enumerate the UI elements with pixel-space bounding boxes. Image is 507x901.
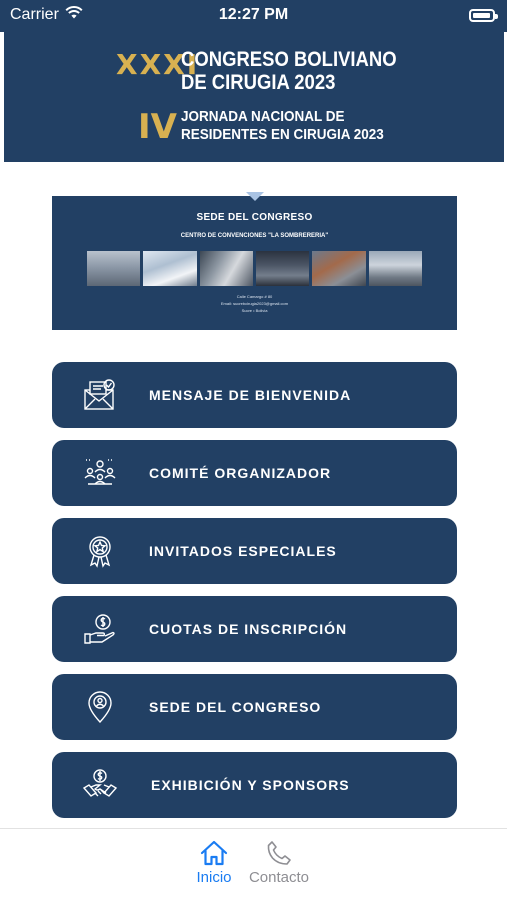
venue-photo <box>199 251 253 286</box>
venue-photo <box>255 251 310 286</box>
money-hand-icon <box>82 612 118 646</box>
cuotas-inscripcion-button[interactable]: CUOTAS DE INSCRIPCIÓN <box>52 596 457 662</box>
committee-icon <box>82 456 118 490</box>
home-icon <box>200 840 228 866</box>
menu-label: EXHIBICIÓN Y SPONSORS <box>151 777 350 793</box>
battery-fill <box>473 13 490 18</box>
location-pin-icon <box>82 690 118 724</box>
sede-banner-venue: CENTRO DE CONVENCIONES "LA SOMBRERERIA" <box>180 233 329 239</box>
jornada-title: JORNADA NACIONAL DE RESIDENTES EN CIRUGI… <box>181 108 384 143</box>
sede-congreso-button[interactable]: SEDE DEL CONGRESO <box>52 674 457 740</box>
invitados-especiales-button[interactable]: INVITADOS ESPECIALES <box>52 518 457 584</box>
menu-label: SEDE DEL CONGRESO <box>149 699 322 715</box>
sede-banner[interactable]: SEDE DEL CONGRESO CENTRO DE CONVENCIONES… <box>52 196 457 330</box>
menu-label: COMITÉ ORGANIZADOR <box>149 465 332 481</box>
sede-banner-title: SEDE DEL CONGRESO <box>196 212 313 223</box>
menu-label: CUOTAS DE INSCRIPCIÓN <box>149 621 348 637</box>
banner-pointer-marker <box>246 192 264 201</box>
award-badge-icon <box>82 534 118 568</box>
sede-info-line: Calle Camargo # 80 <box>236 294 273 299</box>
venue-photo <box>87 251 141 286</box>
venue-photo-strip <box>87 251 422 286</box>
jornada-roman-numeral: IV <box>138 107 177 147</box>
phone-icon <box>267 841 291 865</box>
tab-label: Contacto <box>248 869 310 886</box>
sede-info-line: Email: sucrebcirugia2023@gmail.com <box>220 301 289 306</box>
envelope-message-icon <box>82 378 118 412</box>
exhibicion-sponsors-button[interactable]: EXHIBICIÓN Y SPONSORS <box>52 752 457 818</box>
menu-label: INVITADOS ESPECIALES <box>149 543 337 559</box>
tab-bar: Inicio Contacto <box>0 828 507 901</box>
sede-info-line: Sucre • Bolivia <box>241 308 268 313</box>
tab-contacto[interactable]: Contacto <box>239 839 319 886</box>
header-banner: XXXI CONGRESO BOLIVIANO DE CIRUGIA 2023 … <box>4 32 504 162</box>
mensaje-bienvenida-button[interactable]: MENSAJE DE BIENVENIDA <box>52 362 457 428</box>
status-bar: Carrier 12:27 PM <box>0 0 507 32</box>
battery-icon <box>469 9 498 22</box>
venue-photo <box>312 251 366 286</box>
handshake-icon <box>82 768 118 802</box>
venue-photo <box>368 251 422 286</box>
status-time: 12:27 PM <box>218 6 289 23</box>
venue-photo <box>143 251 197 286</box>
menu-label: MENSAJE DE BIENVENIDA <box>149 387 352 403</box>
comite-organizador-button[interactable]: COMITÉ ORGANIZADOR <box>52 440 457 506</box>
sede-banner-info: Calle Camargo # 80 Email: sucrebcirugia2… <box>52 293 457 314</box>
congress-title: CONGRESO BOLIVIANO DE CIRUGIA 2023 <box>181 48 397 94</box>
